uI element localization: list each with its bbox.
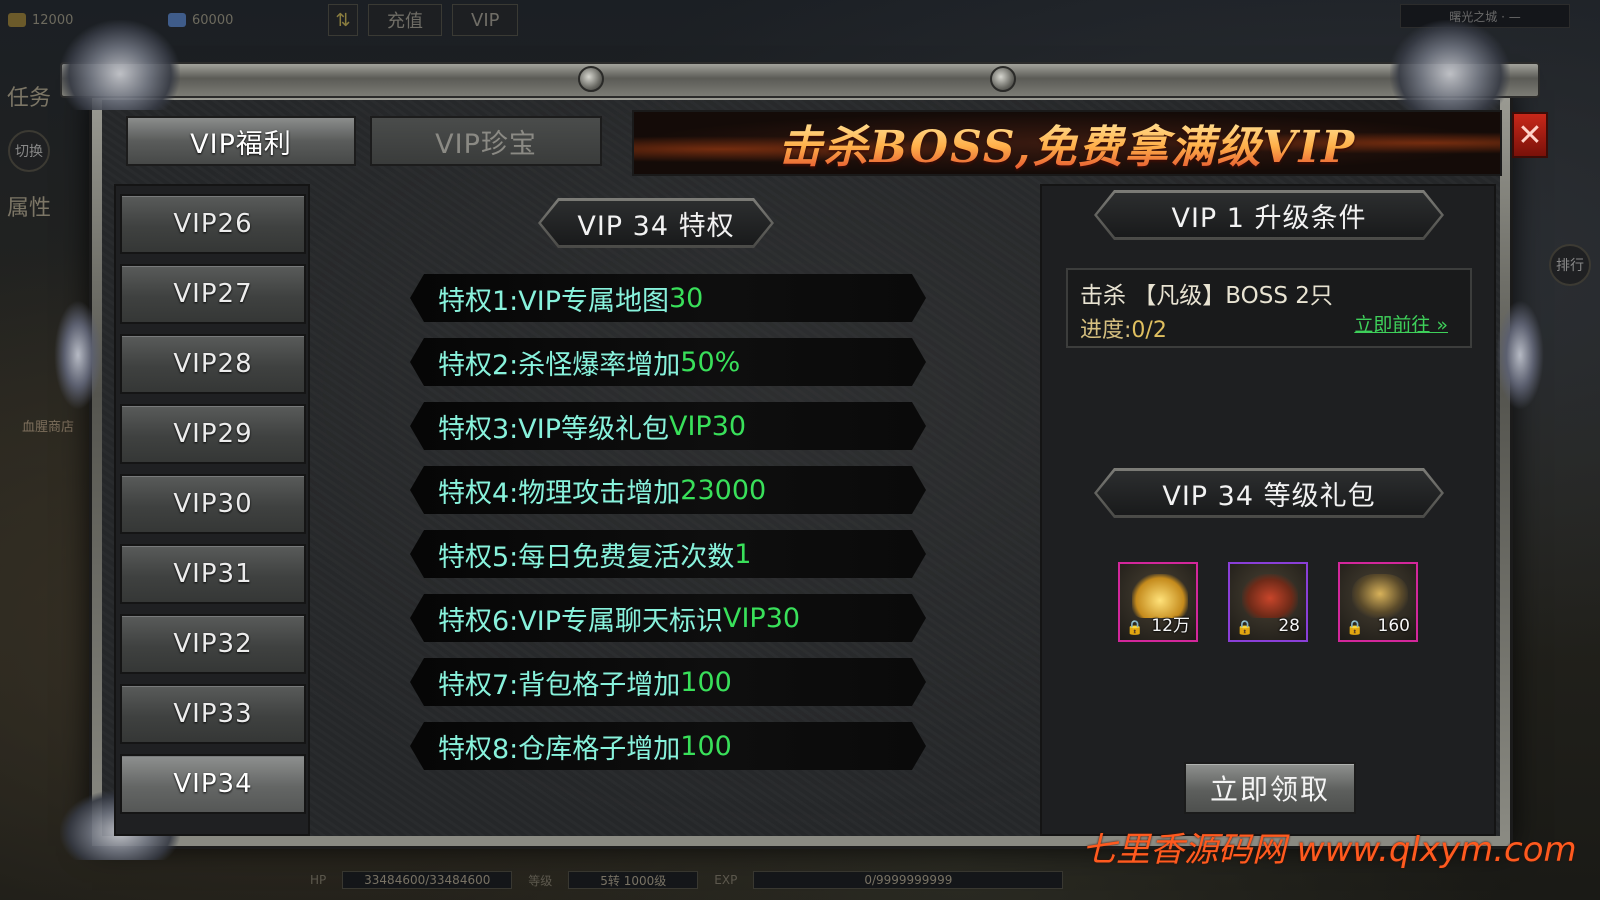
progress-value: 0/2: [1131, 318, 1167, 343]
vip-level-button-33[interactable]: VIP33: [120, 684, 306, 744]
dragon-ornament-left: [54, 300, 102, 410]
item-count: 12万: [1151, 616, 1190, 636]
frame-ornament-left: [578, 66, 604, 92]
vip-level-button-31[interactable]: VIP31: [120, 544, 306, 604]
top-status-bar: 12000 60000 ⇅ 充值 VIP: [0, 0, 1600, 40]
gift-item-row: 🔒 12万 🔒 28 🔒 160: [1118, 562, 1418, 642]
lock-icon: 🔒: [1126, 620, 1144, 636]
gift-title: VIP 34 等级礼包: [1097, 471, 1441, 515]
privilege-value: VIP30: [723, 602, 801, 634]
quest-button[interactable]: 任务: [0, 80, 58, 112]
vip-level-list: VIP26 VIP27 VIP28 VIP29 VIP30 VIP31 VIP3…: [114, 184, 310, 836]
privilege-title: VIP 34 特权: [541, 201, 771, 245]
privilege-value: 100: [680, 666, 732, 698]
privilege-name: 特权1:VIP专属地图: [438, 285, 669, 317]
vip-level-button-32[interactable]: VIP32: [120, 614, 306, 674]
tab-vip-benefits[interactable]: VIP福利: [126, 116, 356, 166]
vip-level-button-26[interactable]: VIP26: [120, 194, 306, 254]
privilege-name: 特权4:物理攻击增加: [438, 477, 681, 509]
vip-level-button-28[interactable]: VIP28: [120, 334, 306, 394]
vip-level-button-27[interactable]: VIP27: [120, 264, 306, 324]
privilege-row: 特权2:杀怪爆率增加 50%: [410, 338, 926, 386]
vip-level-button-30[interactable]: VIP30: [120, 474, 306, 534]
privilege-value: 50%: [680, 346, 741, 378]
privilege-name: 特权7:背包格子增加: [438, 669, 681, 701]
privilege-name: 特权8:仓库格子增加: [438, 733, 681, 765]
armor-icon: [1352, 574, 1408, 618]
privilege-row: 特权8:仓库格子增加 100: [410, 722, 926, 770]
vip-level-button-29[interactable]: VIP29: [120, 404, 306, 464]
privilege-row: 特权3:VIP等级礼包 VIP30: [410, 402, 926, 450]
privilege-row: 特权4:物理攻击增加 23000: [410, 466, 926, 514]
left-side-menu: 任务 切换 属性: [0, 80, 58, 240]
watermark: 七里香源码网 www.qlxym.com: [1082, 830, 1577, 870]
level-label: 等级: [528, 873, 553, 888]
upgrade-condition-box: 击杀 【凡级】BOSS 2只 进度:0/2 立即前往 »: [1066, 268, 1472, 348]
diamond-counter: 60000: [168, 13, 318, 28]
panel-top-frame: [60, 62, 1540, 98]
hp-value: 33484600/33484600: [342, 871, 513, 889]
privilege-row: 特权5:每日免费复活次数 1: [410, 530, 926, 578]
upgrade-condition: 击杀 【凡级】BOSS 2只: [1080, 283, 1333, 309]
hp-label: HP: [310, 873, 327, 887]
vip-level-button-34[interactable]: VIP34: [120, 754, 306, 814]
dragon-ornament-top-left: [60, 20, 180, 110]
gold-icon: [8, 13, 26, 27]
claim-button[interactable]: 立即领取: [1184, 762, 1356, 814]
privilege-value: 23000: [680, 474, 767, 506]
privilege-value: 1: [734, 538, 752, 570]
dragon-ornament-top-right: [1390, 20, 1510, 110]
gift-item-slot[interactable]: 🔒 160: [1338, 562, 1418, 642]
dragon-ornament-right: [1496, 300, 1544, 410]
exp-value: 0/9999999999: [753, 871, 1064, 889]
bag-icon: [1242, 574, 1298, 618]
shop-button[interactable]: 血腥商店: [22, 416, 74, 435]
item-count: 28: [1278, 616, 1300, 636]
privilege-name: 特权5:每日免费复活次数: [438, 541, 735, 573]
privilege-name: 特权6:VIP专属聊天标识: [438, 605, 723, 637]
item-count: 160: [1377, 616, 1410, 636]
exp-label: EXP: [714, 873, 738, 887]
privilege-row: 特权7:背包格子增加 100: [410, 658, 926, 706]
progress-label: 进度:: [1080, 318, 1132, 343]
diamond-value: 60000: [192, 12, 234, 28]
privilege-value: VIP30: [669, 410, 747, 442]
gift-item-slot[interactable]: 🔒 28: [1228, 562, 1308, 642]
goto-now-link[interactable]: 立即前往 »: [1354, 310, 1448, 337]
gift-item-slot[interactable]: 🔒 12万: [1118, 562, 1198, 642]
right-side-menu: 排行: [1540, 240, 1600, 290]
frame-ornament-right: [990, 66, 1016, 92]
upgrade-title: VIP 1 升级条件: [1097, 193, 1441, 237]
privilege-name: 特权3:VIP等级礼包: [438, 413, 669, 445]
level-value: 5转 1000级: [568, 871, 699, 889]
lock-icon: 🔒: [1346, 620, 1364, 636]
close-icon[interactable]: ✕: [1512, 112, 1548, 158]
privilege-row: 特权1:VIP专属地图 30: [410, 274, 926, 322]
vip-top-button[interactable]: VIP: [452, 4, 519, 36]
privilege-list: 特权1:VIP专属地图 30 特权2:杀怪爆率增加 50% 特权3:VIP等级礼包 V…: [410, 274, 926, 786]
rank-button[interactable]: 排行: [1549, 244, 1591, 286]
tab-vip-treasures[interactable]: VIP珍宝: [370, 116, 602, 166]
attributes-button[interactable]: 属性: [0, 190, 58, 222]
privilege-value: 30: [669, 282, 704, 314]
swap-icon[interactable]: ⇅: [328, 4, 358, 36]
banner-text: 击杀BOSS,免费拿满级VIP: [778, 111, 1356, 175]
switch-button[interactable]: 切换: [8, 130, 50, 172]
privilege-name: 特权2:杀怪爆率增加: [438, 349, 681, 381]
privilege-row: 特权6:VIP专属聊天标识 VIP30: [410, 594, 926, 642]
recharge-button[interactable]: 充值: [368, 4, 442, 36]
promo-banner: 击杀BOSS,免费拿满级VIP: [632, 110, 1502, 176]
lock-icon: 🔒: [1236, 620, 1254, 636]
privilege-value: 100: [680, 730, 732, 762]
